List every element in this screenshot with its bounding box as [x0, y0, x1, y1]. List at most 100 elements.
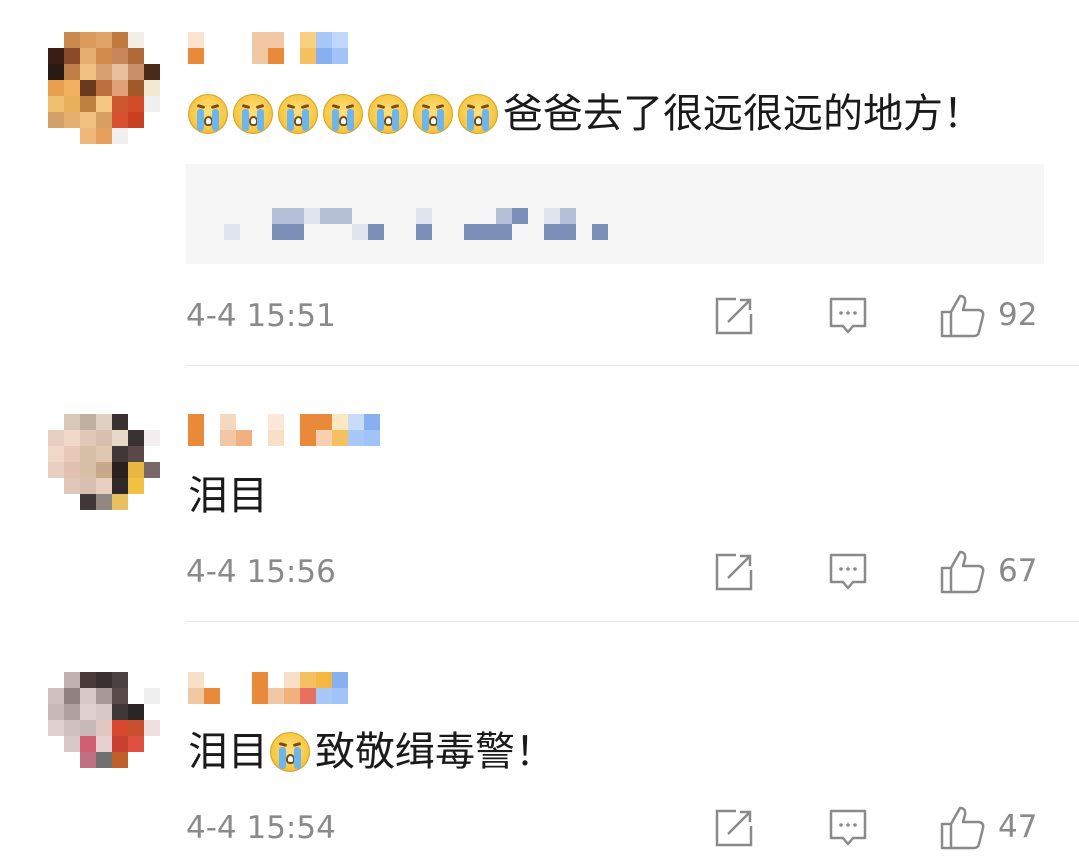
mosaic-cell: [64, 414, 80, 430]
thumbs-up-icon: [940, 548, 986, 594]
avatar[interactable]: [48, 32, 160, 144]
mosaic-cell: [80, 430, 96, 446]
emoji-row: [270, 732, 315, 772]
mosaic-cell: [268, 414, 284, 430]
mosaic-cell: [252, 48, 268, 64]
mosaic-cell: [64, 446, 80, 462]
mosaic-cell: [128, 510, 144, 526]
mosaic-cell: [284, 414, 300, 430]
mosaic-cell: [64, 64, 80, 80]
mosaic-cell: [236, 430, 252, 446]
mosaic-cell: [300, 414, 316, 430]
mosaic-cell: [144, 462, 160, 478]
mosaic-cell: [80, 736, 96, 752]
mosaic-cell: [64, 112, 80, 128]
share-button[interactable]: [714, 808, 754, 848]
mosaic-cell: [128, 64, 144, 80]
mosaic-cell: [64, 494, 80, 510]
mosaic-cell: [80, 462, 96, 478]
share-button[interactable]: [714, 296, 754, 336]
mosaic-cell: [48, 736, 64, 752]
mosaic-cell: [144, 736, 160, 752]
mosaic-cell: [64, 128, 80, 144]
mosaic-cell: [64, 48, 80, 64]
reply-button[interactable]: [828, 296, 868, 336]
mosaic-cell: [80, 494, 96, 510]
share-button[interactable]: [714, 552, 754, 592]
mosaic-cell: [316, 414, 332, 430]
mosaic-cell: [204, 688, 220, 704]
mosaic-cell: [144, 704, 160, 720]
mosaic-cell: [112, 64, 128, 80]
mosaic-cell: [364, 430, 380, 446]
mosaic-cell: [80, 704, 96, 720]
mosaic-cell: [112, 752, 128, 768]
mosaic-cell: [112, 112, 128, 128]
username[interactable]: [188, 414, 380, 446]
avatar[interactable]: [48, 414, 160, 526]
mosaic-cell: [300, 672, 316, 688]
mosaic-cell: [300, 688, 316, 704]
timestamp: 4-4 15:56: [186, 554, 336, 590]
mosaic-cell: [96, 720, 112, 736]
mosaic-cell: [112, 736, 128, 752]
mosaic-cell: [128, 688, 144, 704]
mosaic-cell: [268, 32, 284, 48]
crying-emoji: [278, 94, 318, 134]
mosaic-cell: [96, 672, 112, 688]
mosaic-cell: [112, 414, 128, 430]
mosaic-cell: [300, 32, 316, 48]
mosaic-cell: [48, 704, 64, 720]
mosaic-cell: [348, 414, 364, 430]
mosaic-cell: [284, 672, 300, 688]
crying-emoji: [323, 94, 363, 134]
comment-text: 泪目 致敬缉毒警！: [188, 726, 555, 778]
mosaic-cell: [112, 462, 128, 478]
mosaic-cell: [128, 32, 144, 48]
avatar[interactable]: [48, 672, 160, 784]
like-button[interactable]: 67: [940, 548, 1037, 594]
username[interactable]: [188, 32, 348, 64]
crying-emoji: [458, 94, 498, 134]
mosaic-cell: [144, 80, 160, 96]
mosaic-cell: [236, 414, 252, 430]
like-button[interactable]: 47: [940, 804, 1037, 850]
mosaic-cell: [252, 672, 268, 688]
mosaic-cell: [96, 510, 112, 526]
mosaic-cell: [204, 430, 220, 446]
comment-icon: [828, 552, 868, 592]
like-count: 47: [998, 809, 1038, 845]
crying-emoji: [368, 94, 408, 134]
mosaic-cell: [284, 32, 300, 48]
share-icon: [714, 552, 754, 592]
mosaic-cell: [284, 430, 300, 446]
mosaic-cell: [96, 96, 112, 112]
mosaic-cell: [144, 720, 160, 736]
comment-text-body: 爸爸去了很远很远的地方！: [503, 91, 983, 137]
mosaic-cell: [64, 430, 80, 446]
reply-button[interactable]: [828, 552, 868, 592]
mosaic-cell: [144, 768, 160, 784]
share-icon: [714, 808, 754, 848]
mosaic-cell: [48, 64, 64, 80]
mosaic-cell: [144, 494, 160, 510]
like-button[interactable]: 92: [940, 292, 1037, 338]
mosaic-cell: [80, 446, 96, 462]
mosaic-cell: [316, 48, 332, 64]
mosaic-cell: [48, 32, 64, 48]
mosaic-cell: [128, 478, 144, 494]
mosaic-cell: [64, 752, 80, 768]
mosaic-cell: [112, 478, 128, 494]
mosaic-cell: [144, 112, 160, 128]
reply-button[interactable]: [828, 808, 868, 848]
mosaic-cell: [112, 494, 128, 510]
mosaic-cell: [48, 478, 64, 494]
mosaic-cell: [128, 672, 144, 688]
username[interactable]: [188, 672, 348, 704]
quoted-reply[interactable]: [186, 164, 1044, 264]
mosaic-cell: [128, 48, 144, 64]
comment-text-part: 致敬缉毒警！: [315, 729, 555, 775]
mosaic-cell: [112, 32, 128, 48]
mosaic-cell: [144, 752, 160, 768]
mosaic-cell: [96, 736, 112, 752]
